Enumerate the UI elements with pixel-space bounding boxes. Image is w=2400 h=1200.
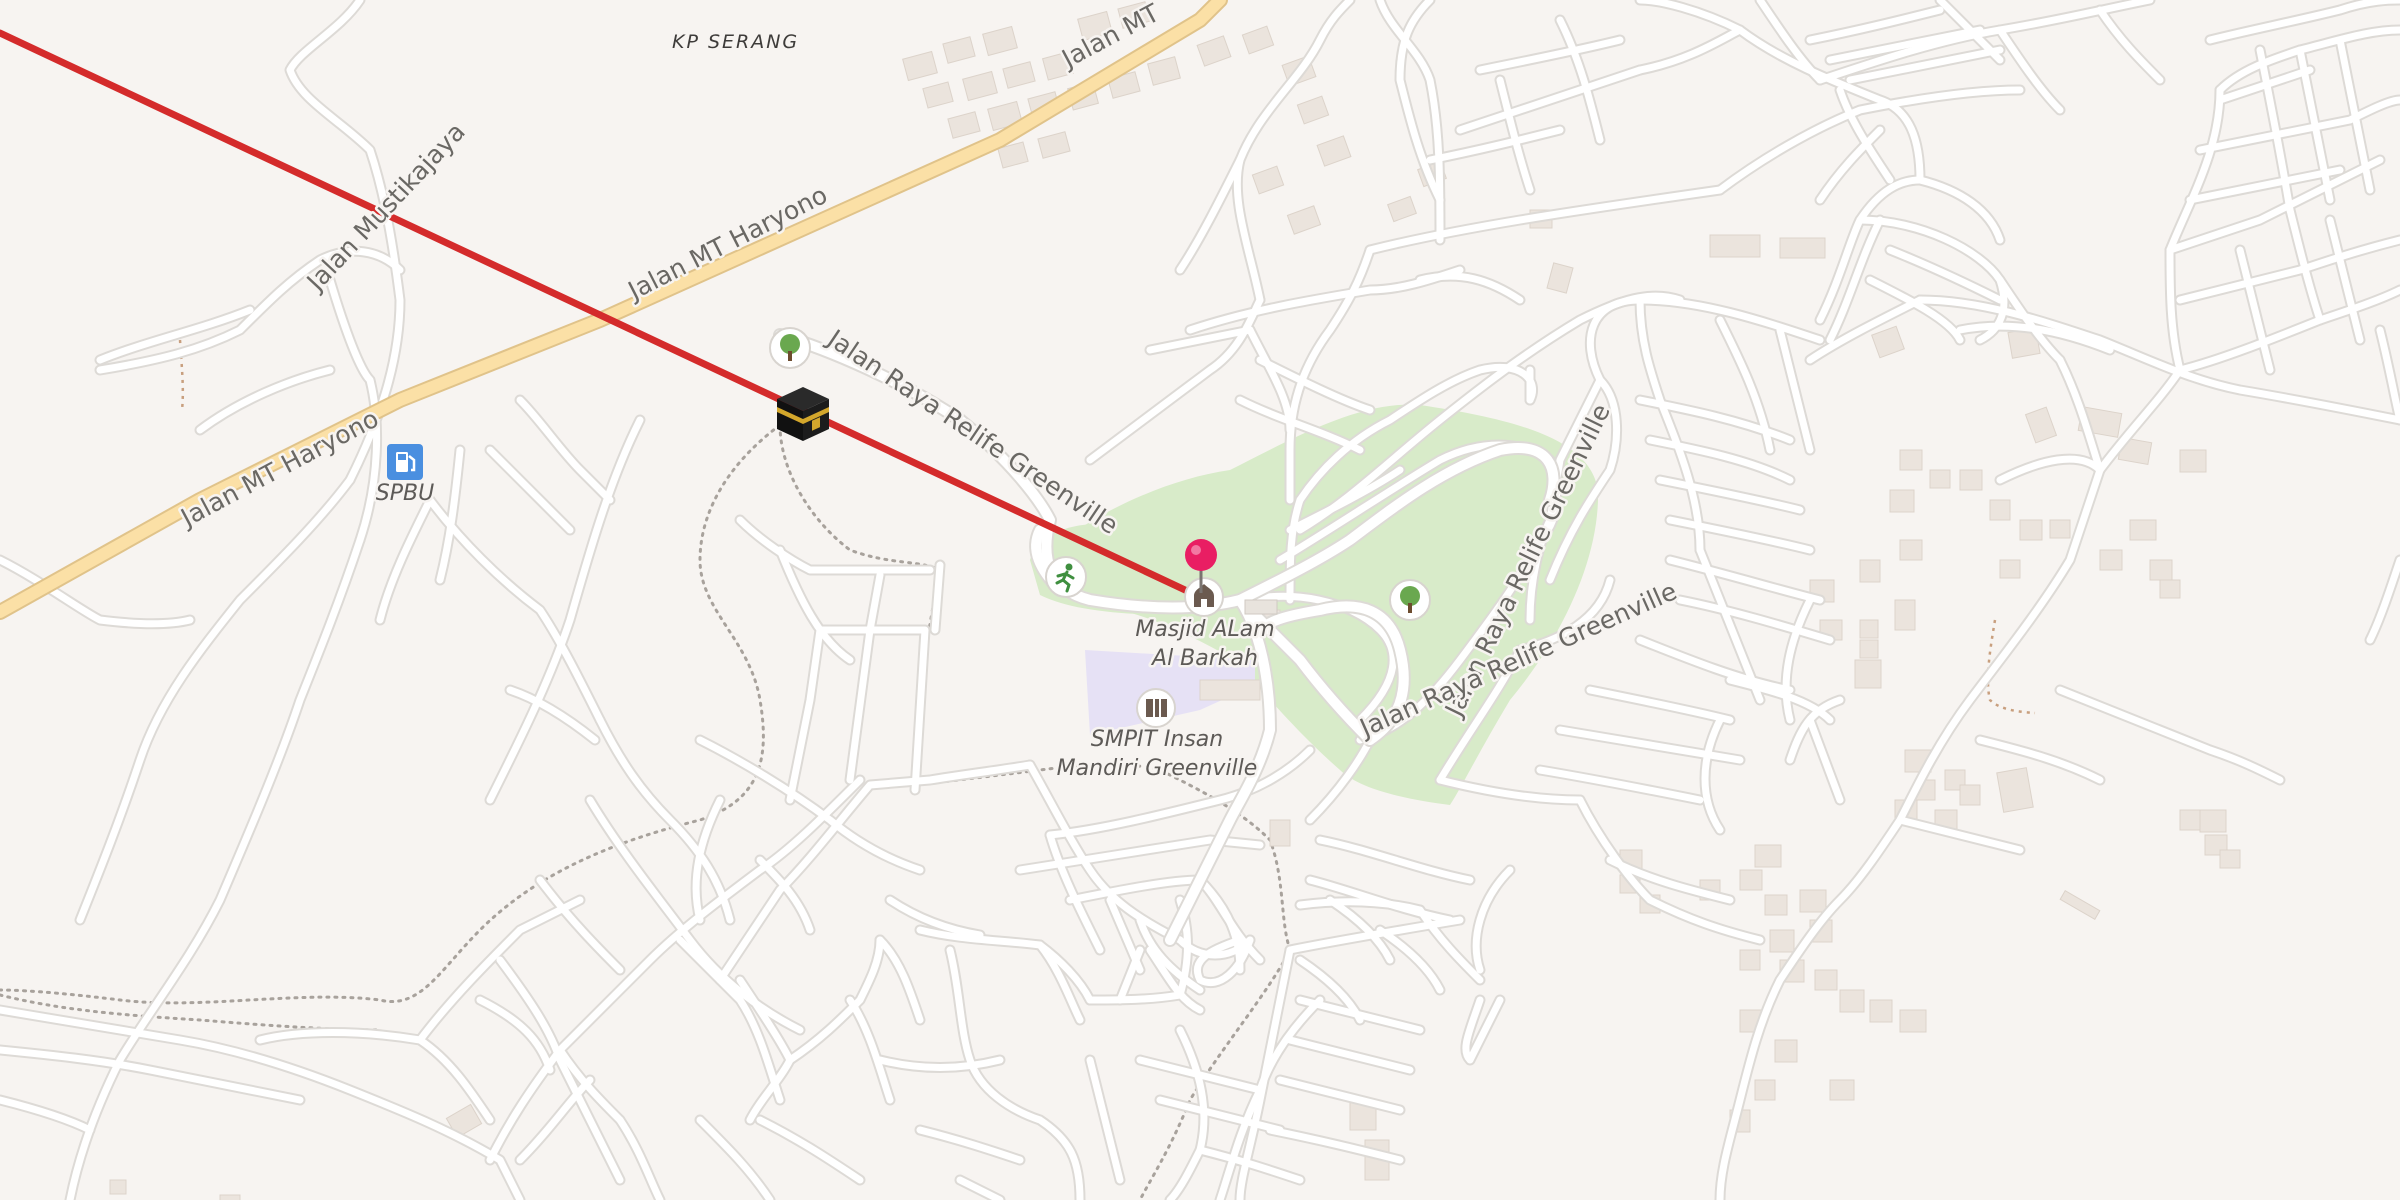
road-label-mt-haryono-mid: Jalan MT Haryono bbox=[622, 180, 832, 306]
running-icon[interactable] bbox=[1045, 556, 1087, 598]
poi-label-mosque-line1: Masjid ALam bbox=[1135, 617, 1274, 642]
poi-label-school-line1: SMPIT Insan bbox=[1091, 727, 1223, 752]
map-canvas[interactable]: Jalan MT Jalan MT Haryono Jalan MT Haryo… bbox=[0, 0, 2400, 1200]
school-icon[interactable] bbox=[1136, 688, 1176, 728]
road-label-mt-haryono-top: Jalan MT bbox=[1055, 0, 1164, 74]
tree-icon[interactable] bbox=[769, 327, 811, 369]
road-label-mustikajaya: Jalan Mustikajaya bbox=[300, 117, 471, 297]
tree-icon[interactable] bbox=[1389, 579, 1431, 621]
mosque-icon[interactable] bbox=[1184, 577, 1224, 617]
kaaba-icon[interactable] bbox=[777, 387, 829, 441]
poi-label-school-line2: Mandiri Greenville bbox=[1057, 756, 1258, 781]
fuel-station-icon[interactable] bbox=[387, 444, 423, 480]
poi-label-mosque-line2: Al Barkah bbox=[1150, 646, 1258, 671]
place-label-kp-serang: KP SERANG bbox=[672, 31, 799, 53]
map-view[interactable]: Jalan MT Jalan MT Haryono Jalan MT Haryo… bbox=[0, 0, 2400, 1200]
poi-label-spbu: SPBU bbox=[376, 481, 434, 506]
road-label-relife-north: Jalan Raya Relife Greenville bbox=[821, 323, 1124, 540]
mosque-building bbox=[1244, 599, 1278, 615]
